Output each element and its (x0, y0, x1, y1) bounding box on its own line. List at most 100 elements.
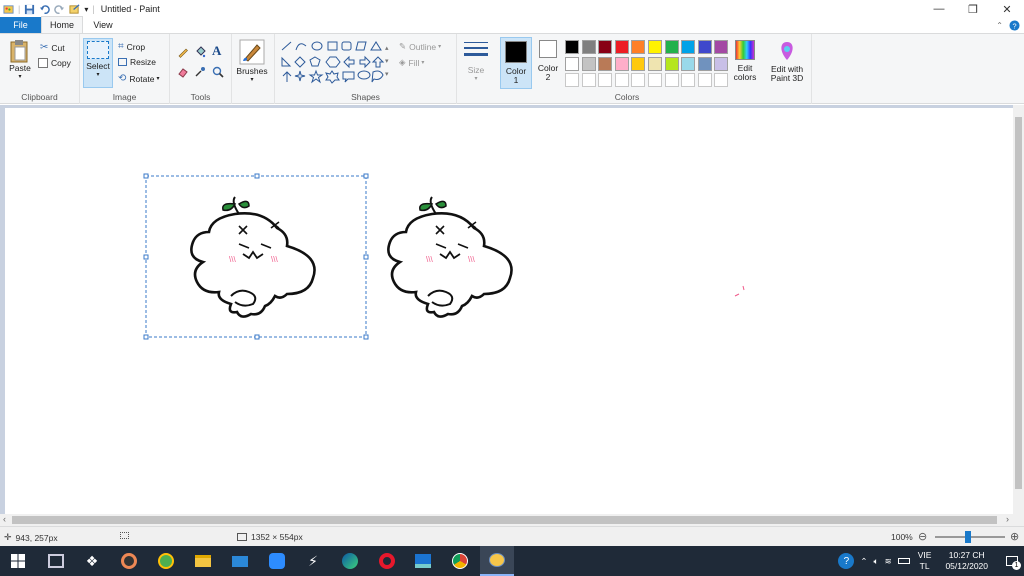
edit-with-paint3d-button[interactable]: Edit with Paint 3D (765, 40, 809, 83)
zoom-app-icon[interactable] (267, 551, 287, 571)
color-swatch[interactable] (664, 73, 679, 87)
zoom-in-icon[interactable]: ⊕ (1010, 530, 1019, 543)
show-hidden-icons[interactable]: ⌃ (860, 556, 867, 567)
wifi-icon[interactable]: ≋ (885, 556, 892, 567)
input-language[interactable]: VIE TL (918, 550, 932, 572)
help-icon[interactable]: ? (1009, 20, 1020, 31)
collapse-ribbon-icon[interactable]: ⌃ (996, 21, 1003, 30)
color-swatch[interactable] (648, 73, 662, 87)
select-button[interactable]: Select ▾ (83, 38, 113, 88)
windows-start-icon[interactable] (8, 551, 28, 571)
file-explorer-icon[interactable] (193, 551, 213, 571)
horizontal-scroll-thumb[interactable] (12, 516, 997, 524)
crop-button[interactable]: ⌗ Crop (118, 41, 145, 52)
clock[interactable]: 10:27 CH 05/12/2020 (945, 550, 988, 572)
windows-taskbar: ❖ ⚡ ? ⌃ 🔈︎ ≋ VIE TL 10:27 CH 05/12/2020 … (0, 546, 1024, 576)
qa-dropdown-icon[interactable]: ▾ (84, 5, 88, 14)
rotate-button[interactable]: ⟲ Rotate ▾ (118, 73, 159, 84)
color-swatch[interactable] (614, 40, 629, 54)
restore-button[interactable]: ❐ (956, 0, 990, 18)
svg-text:\\\: \\\ (229, 255, 236, 264)
vertical-scrollbar[interactable] (1013, 105, 1024, 514)
customize-icon[interactable] (69, 3, 80, 15)
color-swatch[interactable] (631, 56, 646, 71)
clipboard-group: Paste ▾ ✂ Cut Copy Clipboard (0, 34, 80, 104)
battery-icon[interactable] (897, 558, 910, 564)
color-swatch[interactable] (598, 56, 613, 71)
photos-icon[interactable] (413, 551, 433, 571)
color-swatch[interactable] (614, 56, 629, 71)
horizontal-scrollbar[interactable]: ‹ › (0, 514, 1013, 526)
store-icon[interactable]: ⚡ (303, 551, 323, 571)
tab-file[interactable]: File (0, 17, 41, 33)
volume-icon[interactable]: 🔈︎ (874, 556, 879, 567)
mail-icon[interactable] (230, 551, 250, 571)
resize-button[interactable]: Resize (118, 57, 156, 67)
workspace: \\\ \\\ \\\ \\\ (0, 105, 1013, 514)
media-player-icon[interactable] (119, 551, 139, 571)
fill-bucket-icon[interactable] (194, 46, 206, 58)
magnifier-icon[interactable] (212, 66, 224, 78)
shapes-gallery[interactable] (280, 40, 388, 86)
opera-icon[interactable] (377, 551, 397, 571)
drawing-canvas[interactable]: \\\ \\\ \\\ \\\ (5, 108, 1013, 514)
paste-button[interactable]: Paste ▾ (6, 38, 34, 82)
color-swatch[interactable] (598, 73, 613, 87)
color-swatch[interactable] (681, 56, 696, 71)
tools-group: A Tools (170, 34, 232, 104)
vertical-scroll-thumb[interactable] (1015, 117, 1022, 489)
dropbox-icon[interactable]: ❖ (82, 551, 102, 571)
color-swatch[interactable] (664, 56, 679, 71)
pencil-icon[interactable] (177, 46, 189, 58)
copy-button[interactable]: Copy (38, 58, 71, 68)
color-picker-icon[interactable] (194, 66, 206, 78)
tab-home[interactable]: Home (41, 16, 83, 33)
color-swatch[interactable] (631, 40, 646, 54)
color-swatch[interactable] (565, 40, 579, 54)
color-swatch[interactable] (697, 73, 712, 87)
color-swatch[interactable] (631, 73, 646, 87)
scroll-right-icon[interactable]: › (1006, 514, 1009, 524)
color-swatch[interactable] (565, 56, 579, 71)
color-swatch[interactable] (697, 40, 712, 54)
outline-dropdown-icon: ▾ (438, 44, 442, 50)
color-swatch[interactable] (614, 73, 629, 87)
color-swatch[interactable] (648, 56, 662, 71)
task-view-icon[interactable] (46, 551, 66, 571)
edge-icon[interactable] (340, 551, 360, 571)
zoom-out-icon[interactable]: ⊖ (918, 530, 927, 543)
clipboard-group-label: Clipboard (21, 92, 58, 102)
color-swatch[interactable] (581, 73, 596, 87)
color-swatch[interactable] (697, 56, 712, 71)
color-swatch[interactable] (581, 40, 596, 54)
undo-icon[interactable] (39, 4, 51, 15)
close-button[interactable]: ✕ (990, 0, 1024, 18)
canvas-size-text: 1352 × 554px (251, 532, 303, 542)
tab-view[interactable]: View (83, 17, 123, 33)
cartoon-character-1: \\\ \\\ (190, 196, 316, 318)
save-icon[interactable] (24, 4, 35, 15)
edit-colors-button[interactable]: Edit colors (727, 40, 763, 82)
cut-button[interactable]: ✂ Cut (40, 42, 65, 53)
chat-app-icon[interactable] (156, 551, 176, 571)
scroll-left-icon[interactable]: ‹ (3, 514, 6, 524)
color-swatch[interactable] (565, 73, 579, 87)
color-swatch[interactable] (598, 40, 613, 54)
color-swatch[interactable] (681, 40, 696, 54)
chrome-icon[interactable] (450, 551, 470, 571)
outline-button[interactable]: ✎ Outline ▾ (399, 41, 441, 52)
shapes-scroll-icon[interactable]: ▴ ▾ ▾ (385, 42, 389, 81)
color-swatch[interactable] (581, 56, 596, 71)
minimize-button[interactable]: — (922, 0, 956, 18)
color-swatch[interactable] (648, 40, 662, 54)
zoom-slider-thumb[interactable] (965, 531, 971, 543)
notifications-button[interactable]: 1 (1000, 546, 1024, 576)
color-swatch[interactable] (664, 40, 679, 54)
paint-taskbar-icon[interactable] (480, 546, 514, 576)
redo-icon[interactable] (54, 4, 65, 15)
help-tray-icon[interactable]: ? (838, 553, 855, 569)
text-tool-icon[interactable]: A (212, 43, 221, 59)
eraser-icon[interactable] (177, 66, 189, 78)
fill-button[interactable]: ◈ Fill ▾ (399, 57, 424, 68)
color-swatch[interactable] (681, 73, 696, 87)
